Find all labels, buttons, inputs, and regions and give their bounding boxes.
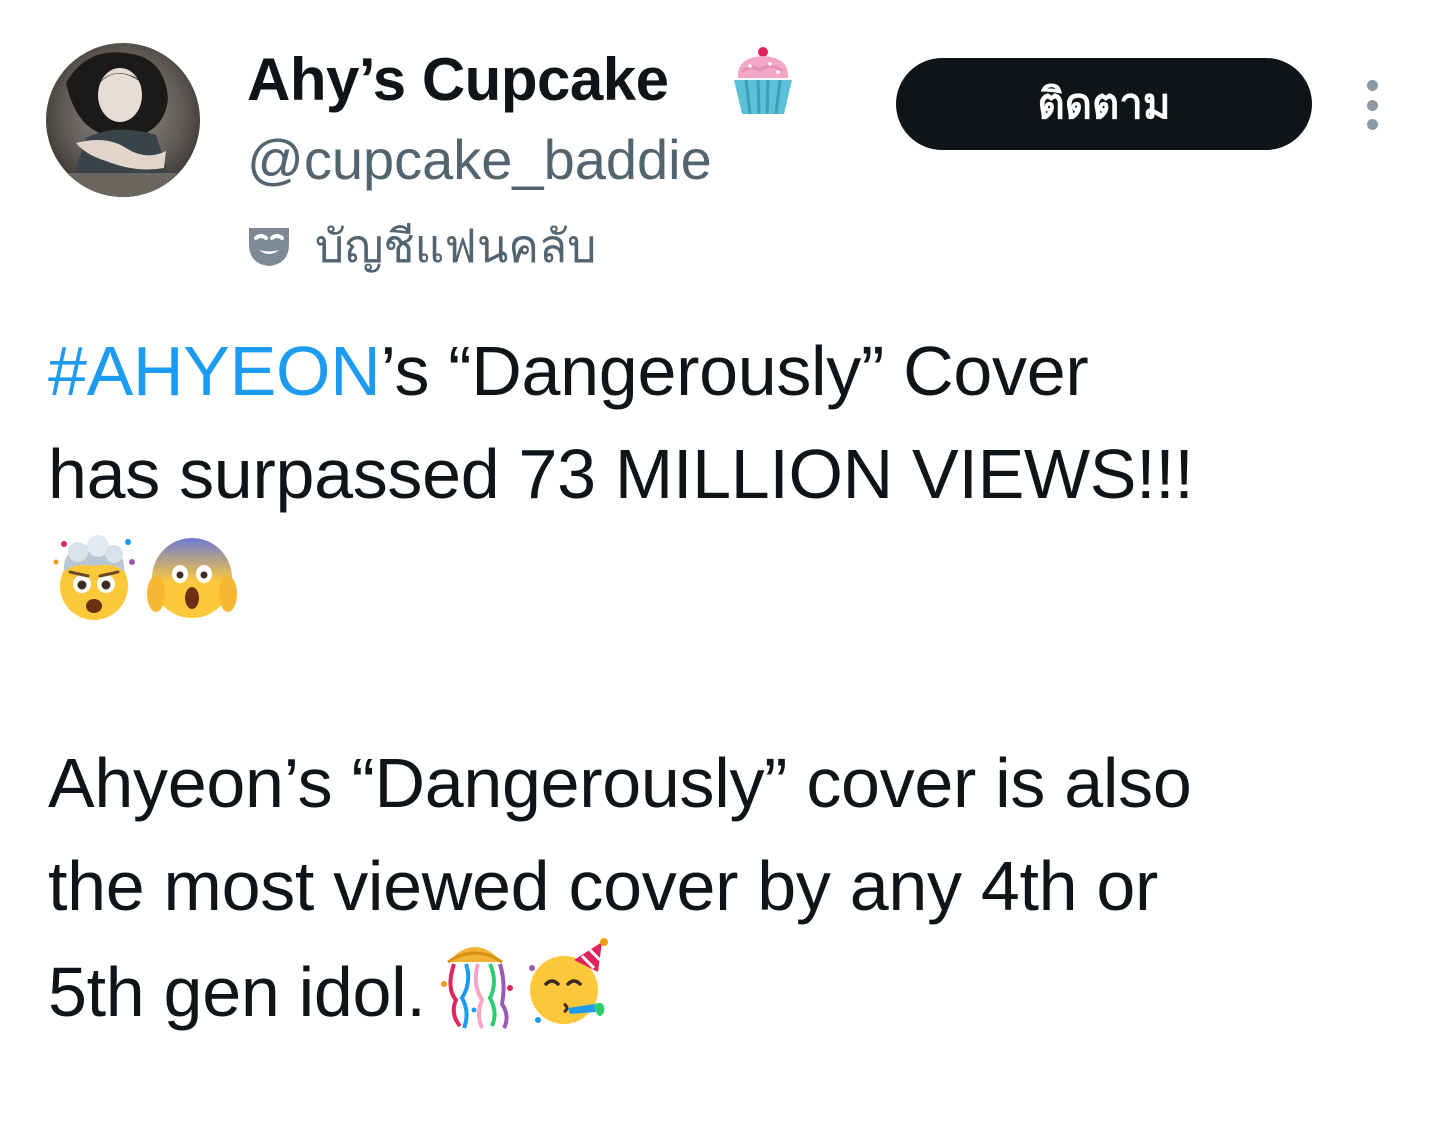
confetti-ball-icon [432, 938, 518, 1030]
author-display-name[interactable]: Ahy’s Cupcake [247, 44, 669, 116]
fan-account-badge: บัญชีแฟนคลับ [245, 215, 596, 277]
cupcake-icon [730, 44, 796, 118]
author-handle[interactable]: @cupcake_baddie [247, 128, 712, 192]
tweet-text: #AHYEON’s “Dangerously” Cover has surpas… [48, 320, 1418, 1041]
tweet-emoji-row [48, 526, 1418, 629]
author-avatar[interactable] [46, 43, 200, 197]
tweet-line-6: the most viewed cover by any 4th or [48, 847, 1159, 925]
more-dot [1366, 80, 1378, 91]
tweet-line-1: #AHYEON’s “Dangerously” Cover [48, 320, 1418, 423]
hashtag-link[interactable]: #AHYEON [48, 332, 381, 410]
partying-face-icon [524, 938, 610, 1030]
theater-mask-icon [249, 228, 289, 266]
screaming-face-icon [146, 532, 238, 624]
tweet-line-2: has surpassed 73 MILLION VIEWS!!! [48, 435, 1194, 513]
more-dot [1366, 99, 1378, 111]
exploding-head-icon [48, 532, 140, 624]
tweet-line-5: Ahyeon’s “Dangerously” cover is also [48, 744, 1192, 822]
more-vertical-icon[interactable] [1352, 76, 1392, 134]
tweet-line-1-text: ’s “Dangerously” Cover [380, 332, 1089, 410]
tweet-line-7: 5th gen idol. [48, 953, 426, 1031]
follow-button[interactable]: ติดตาม [896, 58, 1312, 150]
tweet-line-7-row: 5th gen idol. [48, 938, 1418, 1041]
avatar-photo [46, 43, 200, 197]
fan-account-label: บัญชีแฟนคลับ [315, 219, 597, 273]
more-dot [1366, 119, 1378, 130]
